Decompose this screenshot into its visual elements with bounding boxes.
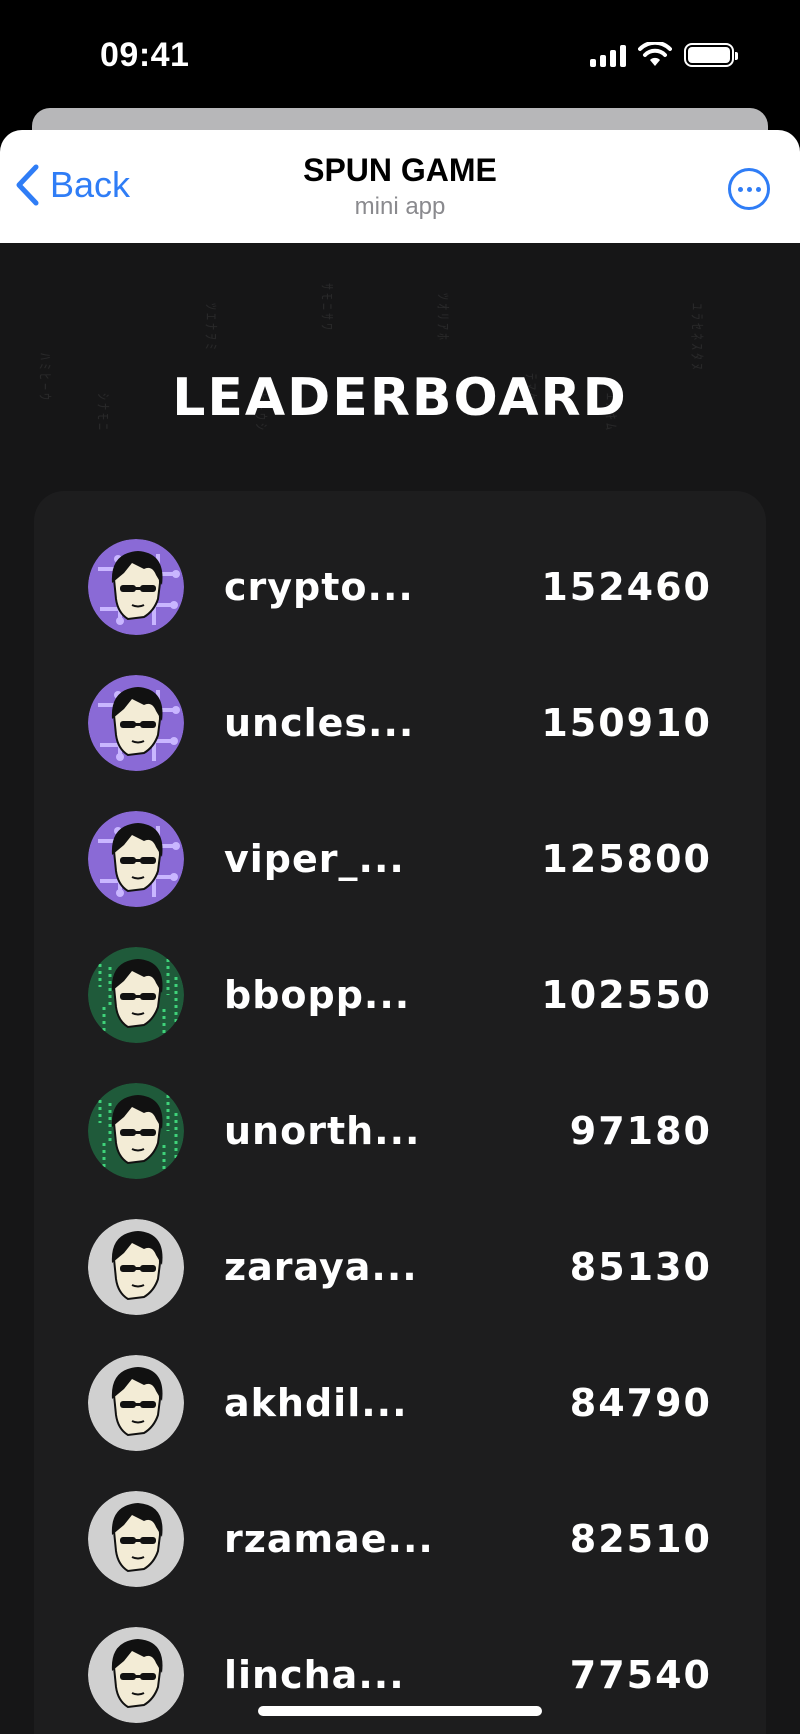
more-dots-icon — [737, 186, 743, 192]
player-score: 82510 — [569, 1517, 712, 1561]
player-score: 152460 — [541, 565, 712, 609]
leaderboard-row[interactable]: zaraya... 85130 — [88, 1219, 712, 1315]
wifi-icon — [638, 42, 672, 66]
leaderboard-row[interactable]: uncles... 150910 — [88, 675, 712, 771]
avatar — [88, 1491, 184, 1587]
leaderboard-row[interactable]: crypto... 152460 — [88, 539, 712, 635]
player-avatar-icon — [88, 947, 184, 1043]
home-indicator[interactable] — [258, 1706, 542, 1716]
avatar — [88, 675, 184, 771]
more-options-button[interactable] — [728, 168, 770, 210]
header-title-group: SPUN GAME mini app — [0, 152, 800, 221]
avatar — [88, 947, 184, 1043]
app-subtitle: mini app — [354, 193, 446, 220]
player-score: 97180 — [569, 1109, 712, 1153]
player-name: crypto... — [224, 565, 414, 609]
player-avatar-icon — [88, 539, 184, 635]
avatar — [88, 539, 184, 635]
leaderboard-row[interactable]: bbopp... 102550 — [88, 947, 712, 1043]
leaderboard-row[interactable]: unorth... 97180 — [88, 1083, 712, 1179]
player-name: viper_... — [224, 837, 405, 881]
player-score: 85130 — [569, 1245, 712, 1289]
player-avatar-icon — [88, 1219, 184, 1315]
player-score: 102550 — [541, 973, 712, 1017]
player-avatar-icon — [88, 811, 184, 907]
player-score: 77540 — [569, 1653, 712, 1697]
player-score: 150910 — [541, 701, 712, 745]
status-bar: 09:41 — [0, 0, 800, 110]
leaderboard-title: LEADERBOARD — [172, 368, 628, 428]
status-time: 09:41 — [100, 36, 190, 74]
player-name: akhdil... — [224, 1381, 408, 1425]
player-score: 125800 — [541, 837, 712, 881]
player-name: bbopp... — [224, 973, 411, 1017]
avatar — [88, 1627, 184, 1723]
player-avatar-icon — [88, 675, 184, 771]
leaderboard-row[interactable]: viper_... 125800 — [88, 811, 712, 907]
player-name: lincha... — [224, 1653, 405, 1697]
cellular-signal-icon — [590, 43, 626, 67]
player-avatar-icon — [88, 1491, 184, 1587]
player-avatar-icon — [88, 1627, 184, 1723]
mini-app-header: Back SPUN GAME mini app — [0, 130, 800, 243]
avatar — [88, 811, 184, 907]
leaderboard-row[interactable]: rzamae... 82510 — [88, 1491, 712, 1587]
battery-icon — [684, 43, 738, 67]
player-avatar-icon — [88, 1355, 184, 1451]
avatar — [88, 1083, 184, 1179]
app-content: ﾊﾐﾋｰｳ ｼﾅﾓﾆ ﾂｴﾅｦﾐ ﾋｰｳｼ ｻﾓﾆｻﾜ ﾂｵﾘｱﾎ ﾃﾏｹﾒ ｴ… — [0, 243, 800, 1734]
player-name: rzamae... — [224, 1517, 434, 1561]
player-name: zaraya... — [224, 1245, 418, 1289]
status-icons — [590, 42, 738, 68]
leaderboard-panel: crypto... 152460 uncles... 150910 viper_... 1… — [34, 491, 766, 1734]
avatar — [88, 1355, 184, 1451]
player-name: unorth... — [224, 1109, 421, 1153]
player-name: uncles... — [224, 701, 415, 745]
app-title: SPUN GAME — [303, 152, 497, 188]
avatar — [88, 1219, 184, 1315]
leaderboard-row[interactable]: akhdil... 84790 — [88, 1355, 712, 1451]
player-score: 84790 — [569, 1381, 712, 1425]
player-avatar-icon — [88, 1083, 184, 1179]
